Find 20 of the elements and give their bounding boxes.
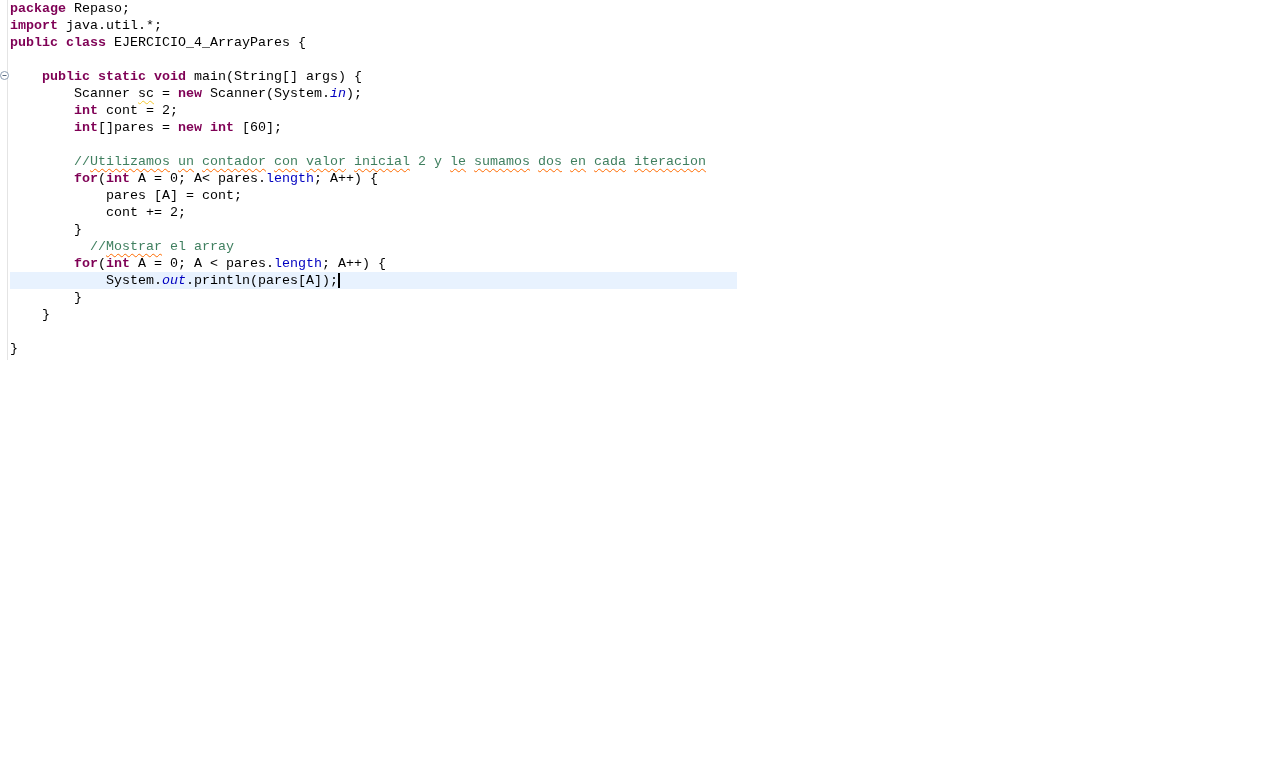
code-line: public static void main(String[] args) { [41,68,362,85]
code-line: cont += 2; [105,204,186,221]
code-line: System.out.println(pares[A]); [105,272,338,289]
code-line: } [73,221,82,238]
text-cursor [337,273,340,288]
code-line: import java.util.*; [10,17,162,34]
code-line: } [41,306,50,323]
code-line: int[]pares = new int [60]; [73,119,282,136]
code-line: Scanner sc = new Scanner(System.in); [73,85,362,102]
code-line: for(int A = 0; A< pares.length; A++) { [73,170,378,187]
code-line: //Utilizamos un contador con valor inicial 2 y le sumamos dos en cada iteracion [73,153,706,170]
code-line: } [10,340,18,357]
code-line: pares [A] = cont; [105,187,242,204]
code-line: public class EJERCICIO_4_ArrayPares { [10,34,306,51]
code-line: //Mostrar el array [89,238,234,255]
code-line: } [73,289,82,306]
code-line: for(int A = 0; A < pares.length; A++) { [73,255,386,272]
code-line: int cont = 2; [73,102,178,119]
collapse-icon[interactable] [0,71,9,80]
code-line: package Repaso; [10,0,130,17]
